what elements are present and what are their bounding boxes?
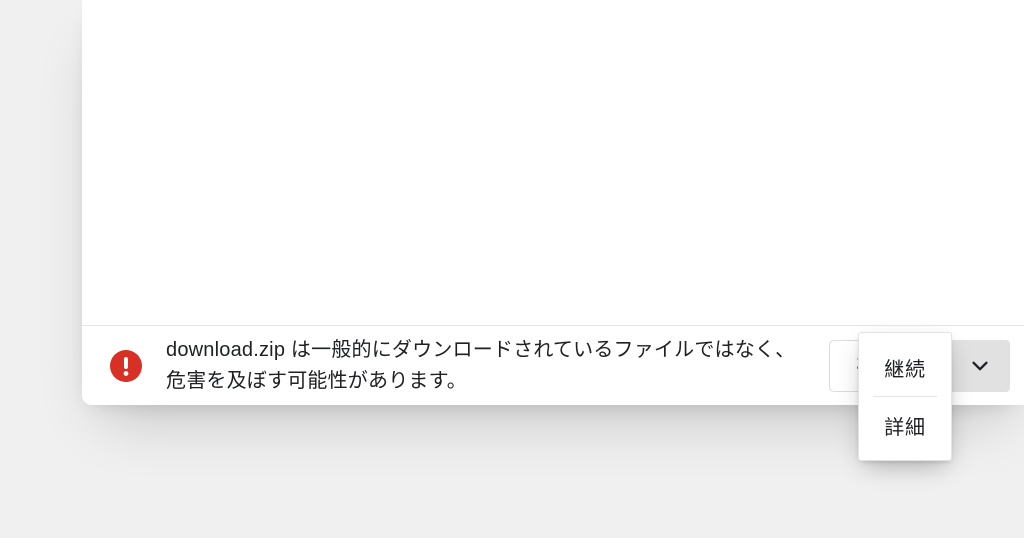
browser-window: download.zip は一般的にダウンロードされているファイルではなく、危害… bbox=[82, 0, 1024, 405]
download-options-button[interactable] bbox=[950, 340, 1010, 392]
download-filename: download.zip bbox=[166, 339, 285, 361]
menu-item-details[interactable]: 詳細 bbox=[859, 401, 951, 450]
viewport: download.zip は一般的にダウンロードされているファイルではなく、危害… bbox=[0, 0, 1024, 538]
chevron-down-icon bbox=[969, 355, 991, 377]
warning-icon bbox=[110, 350, 142, 382]
menu-item-continue[interactable]: 継続 bbox=[859, 343, 951, 392]
download-options-menu: 継続 詳細 bbox=[858, 332, 952, 461]
page-content bbox=[82, 0, 1024, 325]
menu-separator bbox=[873, 396, 937, 397]
download-warning-message: download.zip は一般的にダウンロードされているファイルではなく、危害… bbox=[166, 335, 829, 397]
